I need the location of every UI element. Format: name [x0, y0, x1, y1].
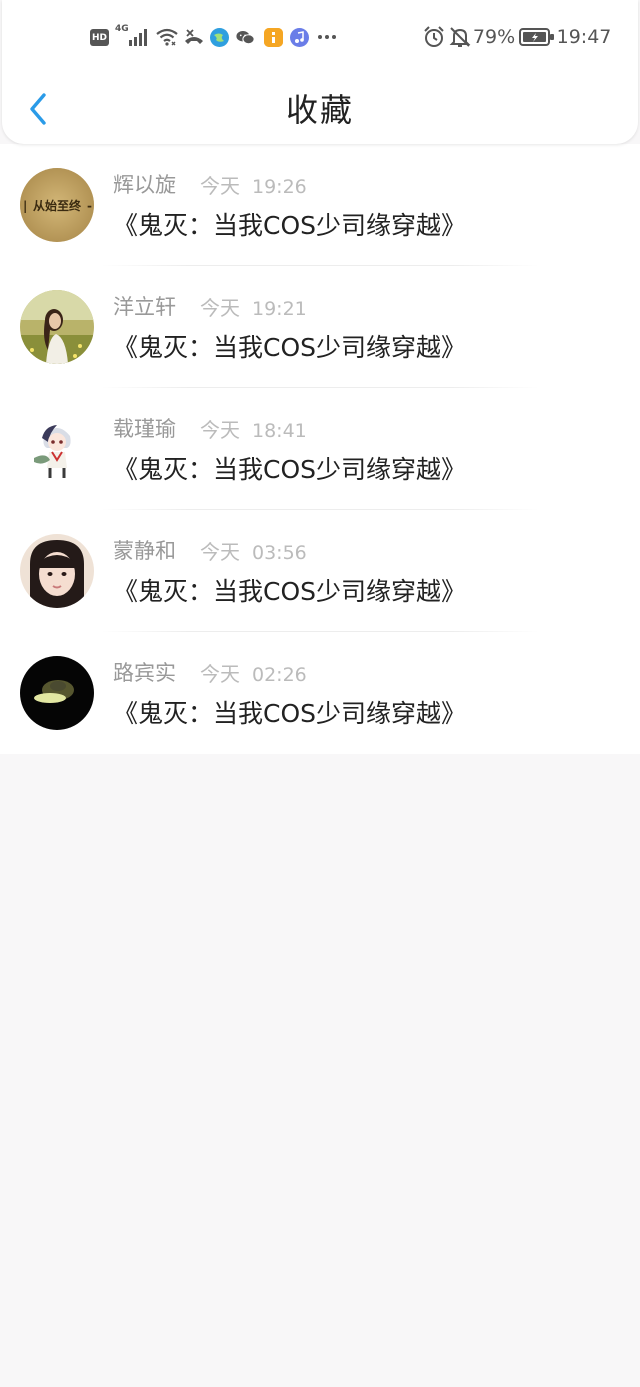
girl-in-field-avatar[interactable] — [20, 290, 94, 364]
item-content: 《鬼灭：当我COS少司缘穿越》 — [113, 455, 467, 484]
header-card: HD 4G 79% 19:47 收藏 — [2, 0, 638, 144]
item-day: 今天 — [200, 540, 240, 564]
wechat-icon — [236, 28, 255, 47]
files-icon — [264, 28, 283, 47]
call-off-icon — [182, 26, 206, 48]
battery-percent: 79% — [472, 26, 516, 48]
alarm-icon — [422, 26, 446, 48]
item-name: 蒙静和 — [113, 539, 176, 563]
item-name: 载瑾瑜 — [113, 417, 176, 441]
wifi-icon — [154, 26, 180, 48]
more-icon — [316, 26, 338, 48]
mute-icon — [448, 26, 472, 48]
item-day: 今天 — [200, 296, 240, 320]
text-sign-avatar[interactable]: 从始至终 | - — [20, 168, 94, 242]
list-item[interactable]: 从始至终 | - 辉以旋 今天 19:26 《鬼灭：当我COS少司缘穿越》 — [0, 144, 640, 266]
girl-portrait-avatar[interactable] — [20, 534, 94, 608]
item-time: 03:56 — [252, 542, 307, 564]
item-day: 今天 — [200, 418, 240, 442]
avatar-sign-text: 从始至终 — [33, 198, 82, 213]
svg-text:|: | — [23, 199, 27, 213]
item-name: 辉以旋 — [113, 173, 176, 197]
item-day: 今天 — [200, 174, 240, 198]
item-content: 《鬼灭：当我COS少司缘穿越》 — [113, 577, 467, 606]
anime-character-avatar[interactable] — [20, 412, 94, 486]
item-name: 洋立轩 — [113, 295, 176, 319]
status-time: 19:47 — [556, 26, 612, 48]
list-item[interactable]: 蒙静和 今天 03:56 《鬼灭：当我COS少司缘穿越》 — [0, 510, 640, 632]
item-content: 《鬼灭：当我COS少司缘穿越》 — [113, 699, 467, 728]
item-time: 02:26 — [252, 664, 307, 686]
battery-icon — [518, 26, 556, 48]
item-content: 《鬼灭：当我COS少司缘穿越》 — [113, 333, 467, 362]
favorites-list: 从始至终 | - 辉以旋 今天 19:26 《鬼灭：当我COS少司缘穿越》 洋立… — [0, 144, 640, 754]
signal-icon — [127, 26, 151, 48]
favorites-screen: HD 4G 79% 19:47 收藏 从始至终 | - 辉以旋 今天 19:26… — [0, 0, 640, 1387]
item-name: 路宾实 — [113, 661, 176, 685]
music-icon — [290, 28, 309, 47]
list-item[interactable]: 载瑾瑜 今天 18:41 《鬼灭：当我COS少司缘穿越》 — [0, 388, 640, 510]
page-title: 收藏 — [285, 91, 354, 129]
item-content: 《鬼灭：当我COS少司缘穿越》 — [113, 211, 467, 240]
dark-photo-avatar[interactable] — [20, 656, 94, 730]
list-item[interactable]: 路宾实 今天 02:26 《鬼灭：当我COS少司缘穿越》 — [0, 632, 640, 754]
item-day: 今天 — [200, 662, 240, 686]
status-bar: HD 4G 79% 19:47 — [2, 0, 638, 74]
item-time: 18:41 — [252, 420, 307, 442]
hd-badge: HD — [90, 29, 109, 46]
browser-icon — [210, 28, 229, 47]
item-time: 19:21 — [252, 298, 307, 320]
item-time: 19:26 — [252, 176, 307, 198]
list-item[interactable]: 洋立轩 今天 19:21 《鬼灭：当我COS少司缘穿越》 — [0, 266, 640, 388]
svg-text:-: - — [87, 199, 92, 213]
